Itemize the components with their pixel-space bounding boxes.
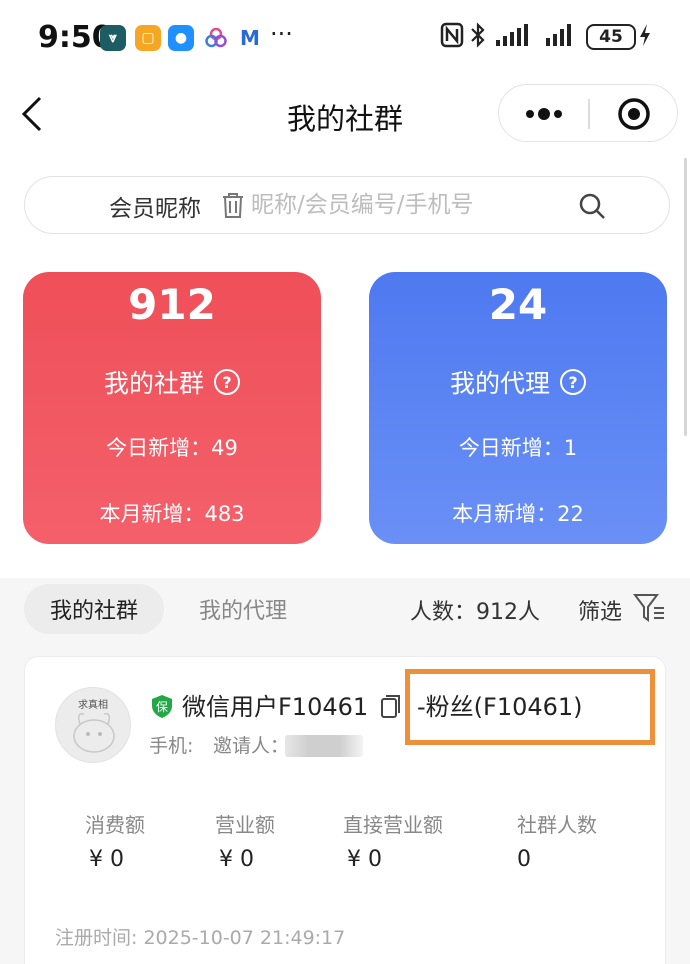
community-count: 912 (128, 280, 216, 329)
metric-label-consumption: 消费额 (85, 813, 145, 837)
scrollbar[interactable] (684, 158, 687, 436)
redacted-inviter (285, 735, 363, 757)
status-bar: 9:50 ⩔ ▢ ● M ··· 45 (0, 0, 690, 78)
battery-icon: 45 (586, 24, 636, 50)
mini-program-capsule (498, 84, 678, 142)
app-notification-icon: M (240, 26, 260, 50)
search-type-selector[interactable]: 会员昵称 (109, 189, 201, 223)
agent-label: 我的代理 (449, 369, 550, 398)
chat-notification-icon: ● (168, 25, 194, 51)
bluetooth-icon (470, 22, 486, 53)
highlight-box (405, 669, 655, 745)
copy-icon[interactable] (380, 693, 402, 719)
nav-header: 我的社群 (0, 78, 690, 158)
more-icon (526, 108, 562, 120)
app-notification-icon: ⩔ (100, 25, 126, 51)
verified-shield-icon: 保 (149, 693, 175, 719)
agent-month-new: 本月新增：22 (452, 502, 584, 526)
inviter-label: 邀请人： (213, 735, 290, 757)
clear-button[interactable] (221, 191, 245, 219)
target-icon (618, 98, 650, 130)
agent-stats-card[interactable]: 24 我的代理 ? 今日新增：1 本月新增：22 (369, 272, 667, 544)
metric-value-revenue: ¥ 0 (219, 847, 254, 872)
metric-value-consumption: ¥ 0 (89, 847, 124, 872)
app-notification-icon: ▢ (135, 25, 161, 51)
svg-text:保: 保 (156, 700, 168, 714)
member-count: 人数：912人 (410, 600, 540, 625)
search-input[interactable] (251, 187, 571, 223)
metric-label-direct-revenue: 直接营业额 (343, 813, 443, 837)
tab-my-community[interactable]: 我的社群 (24, 584, 164, 634)
metric-value-community-size: 0 (517, 847, 531, 872)
trash-icon (223, 193, 243, 218)
metric-value-direct-revenue: ¥ 0 (347, 847, 382, 872)
member-card[interactable]: 求真相 保 微信用户F10461 -粉丝(F10461) 手机: 邀请人： 消费… (24, 656, 666, 964)
search-bar: 会员昵称 (24, 176, 670, 234)
agent-count: 24 (488, 280, 548, 329)
community-month-new: 本月新增：483 (99, 502, 245, 526)
help-icon[interactable]: ? (560, 369, 586, 395)
community-label: 我的社群 (103, 369, 204, 398)
nfc-icon (440, 22, 464, 53)
search-icon (579, 193, 605, 219)
signal-icon (494, 22, 536, 53)
more-notifications: ··· (270, 20, 293, 48)
community-stats-card[interactable]: 912 我的社群 ? 今日新增：49 本月新增：483 (23, 272, 321, 544)
member-name: 微信用户F10461 (182, 693, 369, 721)
help-icon[interactable]: ? (214, 369, 240, 395)
agent-today-new: 今日新增：1 (458, 436, 578, 460)
registration-time: 注册时间: 2025-10-07 21:49:17 (55, 927, 346, 949)
metric-label-revenue: 营业额 (215, 813, 275, 837)
app-notification-icon (203, 25, 229, 51)
community-today-new: 今日新增：49 (106, 436, 238, 460)
phone-label: 手机: (149, 735, 194, 757)
charging-icon (638, 22, 652, 53)
close-mini-program-button[interactable] (617, 97, 651, 131)
filter-button[interactable]: 筛选 (578, 594, 622, 626)
filter-icon[interactable] (632, 590, 666, 624)
more-menu-button[interactable] (519, 99, 569, 129)
avatar: 求真相 (55, 687, 131, 763)
agent-label-row: 我的代理 ? (369, 364, 667, 400)
avatar-image (73, 712, 115, 753)
metric-label-community-size: 社群人数 (517, 813, 597, 837)
capsule-divider (588, 99, 590, 129)
signal-icon (544, 22, 580, 53)
community-label-row: 我的社群 ? (23, 364, 321, 400)
search-button[interactable] (577, 191, 607, 221)
tab-my-agents[interactable]: 我的代理 (178, 584, 308, 634)
